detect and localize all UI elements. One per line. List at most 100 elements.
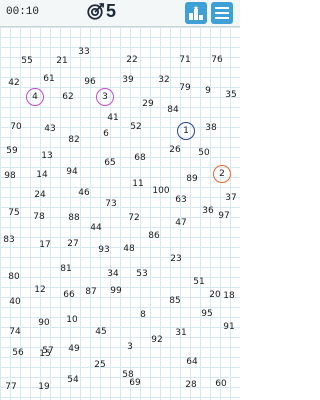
menu-button[interactable]	[211, 2, 233, 24]
board-number[interactable]: 60	[212, 375, 230, 393]
board-number[interactable]: 33	[75, 43, 93, 61]
board-number[interactable]: 34	[104, 265, 122, 283]
board-number[interactable]: 50	[195, 144, 213, 162]
board-number[interactable]: 97	[215, 207, 233, 225]
found-number-3[interactable]: 3	[96, 88, 114, 106]
board-number[interactable]: 73	[102, 195, 120, 213]
board-number[interactable]: 92	[148, 331, 166, 349]
podium-icon	[189, 5, 203, 20]
board-number[interactable]: 84	[164, 101, 182, 119]
board-number[interactable]: 70	[7, 118, 25, 136]
board-number[interactable]: 29	[139, 95, 157, 113]
board-number[interactable]: 6	[97, 125, 115, 143]
board-number[interactable]: 48	[120, 240, 138, 258]
board-number[interactable]: 55	[18, 52, 36, 70]
board-number[interactable]: 94	[63, 163, 81, 181]
board-number[interactable]: 21	[53, 52, 71, 70]
board-number[interactable]: 74	[6, 323, 24, 341]
board-number[interactable]: 10	[63, 311, 81, 329]
board-number[interactable]: 66	[60, 286, 78, 304]
board-number[interactable]: 81	[57, 260, 75, 278]
board-number[interactable]: 76	[208, 51, 226, 69]
board-number[interactable]: 62	[59, 88, 77, 106]
board-number[interactable]: 56	[9, 344, 27, 362]
board-number[interactable]: 75	[5, 204, 23, 222]
board-number[interactable]: 32	[155, 71, 173, 89]
board-number[interactable]: 52	[127, 118, 145, 136]
board-number[interactable]: 51	[190, 273, 208, 291]
board-number[interactable]: 71	[176, 51, 194, 69]
board-number[interactable]: 89	[183, 170, 201, 188]
board-number[interactable]: 64	[183, 353, 201, 371]
board-number[interactable]: 87	[82, 283, 100, 301]
leaderboard-button[interactable]	[185, 2, 207, 24]
board-number[interactable]: 11	[129, 175, 147, 193]
board-number[interactable]: 77	[2, 378, 20, 396]
board-number[interactable]: 69	[126, 374, 144, 392]
board-number[interactable]: 78	[30, 208, 48, 226]
board-number[interactable]: 46	[75, 184, 93, 202]
board-number[interactable]: 98	[1, 167, 19, 185]
board-number[interactable]: 54	[64, 371, 82, 389]
board-number[interactable]: 17	[36, 236, 54, 254]
board-number[interactable]: 12	[31, 281, 49, 299]
board-number[interactable]: 23	[167, 250, 185, 268]
board-number[interactable]: 79	[176, 79, 194, 97]
board-number[interactable]: 26	[166, 141, 184, 159]
board-number[interactable]: 93	[95, 241, 113, 259]
board-number[interactable]: 42	[5, 74, 23, 92]
board-number[interactable]: 37	[222, 189, 240, 207]
board-number[interactable]: 19	[35, 378, 53, 396]
board-number[interactable]: 22	[123, 51, 141, 69]
board-number[interactable]: 85	[166, 292, 184, 310]
board-number[interactable]: 45	[92, 323, 110, 341]
found-number-1[interactable]: 1	[177, 122, 195, 140]
found-number-4[interactable]: 4	[26, 88, 44, 106]
board-number[interactable]: 95	[198, 305, 216, 323]
board-number[interactable]: 14	[33, 166, 51, 184]
board-number[interactable]: 31	[172, 324, 190, 342]
board-number[interactable]: 80	[5, 268, 23, 286]
board-number[interactable]: 99	[107, 282, 125, 300]
board-number[interactable]: 25	[91, 356, 109, 374]
target-number: 5	[106, 1, 117, 21]
board-number[interactable]: 91	[220, 318, 238, 336]
board-number[interactable]: 83	[0, 231, 18, 249]
board-number[interactable]: 68	[131, 149, 149, 167]
board-number[interactable]: 18	[220, 287, 238, 305]
board-number[interactable]: 65	[101, 154, 119, 172]
timer: 00:10	[6, 6, 40, 18]
hamburger-menu-icon	[215, 7, 229, 19]
board-number[interactable]: 3	[121, 338, 139, 356]
board-number[interactable]: 44	[87, 219, 105, 237]
number-board: 1 2 3 4 55 21 33 22 71 76 42 61 96 39 32 79 9 35 62 29 8…	[0, 27, 240, 400]
found-number-2[interactable]: 2	[213, 165, 231, 183]
board-number[interactable]: 35	[222, 86, 240, 104]
board-number[interactable]: 100	[152, 182, 170, 200]
board-number[interactable]: 86	[145, 227, 163, 245]
board-number[interactable]: 90	[35, 314, 53, 332]
board-number[interactable]: 13	[38, 147, 56, 165]
board-number[interactable]: 40	[6, 293, 24, 311]
board-number[interactable]: 9	[199, 82, 217, 100]
board-number[interactable]: 38	[202, 119, 220, 137]
board-number[interactable]: 59	[3, 142, 21, 160]
target-arrow-icon	[87, 3, 104, 20]
board-number[interactable]: 47	[172, 214, 190, 232]
board-number[interactable]: 24	[31, 186, 49, 204]
board-number[interactable]: 61	[40, 70, 58, 88]
board-number[interactable]: 63	[172, 191, 190, 209]
board-number[interactable]: 39	[119, 71, 137, 89]
board-number[interactable]: 82	[65, 131, 83, 149]
board-number[interactable]: 49	[65, 340, 83, 358]
board-number[interactable]: 43	[41, 120, 59, 138]
board-number[interactable]: 8	[134, 306, 152, 324]
board-number[interactable]: 27	[64, 235, 82, 253]
board-number[interactable]: 96	[81, 73, 99, 91]
board-number[interactable]: 28	[182, 376, 200, 394]
board-number[interactable]: 15	[36, 345, 54, 363]
board-number[interactable]: 88	[65, 209, 83, 227]
board-number[interactable]: 53	[133, 265, 151, 283]
top-bar: 00:10 5	[0, 0, 240, 27]
board-number[interactable]: 72	[125, 209, 143, 227]
